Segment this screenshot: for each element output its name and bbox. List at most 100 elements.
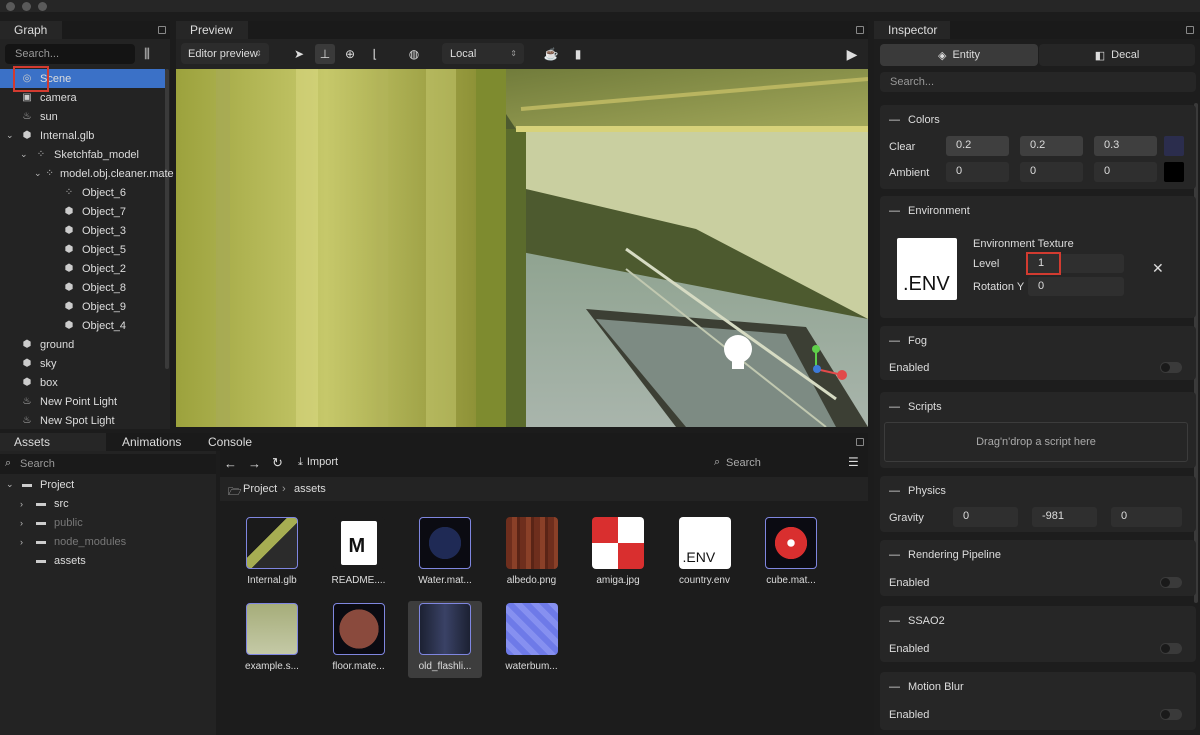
- clear-color-swatch[interactable]: [1164, 136, 1184, 156]
- graph-item[interactable]: ⬢ Object_2: [0, 259, 165, 278]
- physics-header[interactable]: — Physics: [889, 485, 946, 497]
- graph-item[interactable]: ⬢ ground: [0, 335, 165, 354]
- asset-item[interactable]: cube.mat...: [754, 517, 828, 586]
- project-tree-item[interactable]: › ▬ node_modules: [0, 532, 216, 551]
- gravity-x-field[interactable]: 0: [953, 507, 1018, 527]
- script-dropzone[interactable]: Drag'n'drop a script here: [884, 422, 1188, 462]
- chevron-down-icon[interactable]: ⌄: [6, 479, 16, 490]
- chevron-right-icon[interactable]: ›: [20, 499, 30, 509]
- minimize-window-button[interactable]: [22, 2, 31, 11]
- colors-header[interactable]: — Colors: [889, 114, 940, 126]
- stats-chart-icon[interactable]: ▮: [568, 44, 588, 64]
- preview-viewport[interactable]: [176, 69, 868, 427]
- play-icon[interactable]: ▶: [842, 44, 862, 64]
- inspector-search-input[interactable]: Search...: [880, 72, 1196, 92]
- rotate-tool-icon[interactable]: ⊕: [340, 44, 360, 64]
- graph-search-input[interactable]: Search...: [5, 44, 135, 64]
- clear-g-field[interactable]: 0.2: [1020, 136, 1083, 156]
- import-button[interactable]: ⤓ Import: [298, 456, 338, 469]
- gravity-y-field[interactable]: -981: [1032, 507, 1097, 527]
- breadcrumb-assets[interactable]: assets: [294, 483, 326, 495]
- fog-header[interactable]: — Fog: [889, 335, 927, 347]
- ssao2-enabled-toggle[interactable]: [1160, 643, 1182, 654]
- back-arrow-icon[interactable]: ←: [224, 456, 237, 471]
- chevron-right-icon[interactable]: ›: [20, 537, 30, 547]
- environment-header[interactable]: — Environment: [889, 205, 970, 217]
- close-icon[interactable]: ✕: [1152, 260, 1164, 277]
- camera-select[interactable]: Editor preview ⇕: [181, 43, 269, 64]
- chevron-down-icon[interactable]: ⌄: [6, 130, 16, 141]
- close-window-button[interactable]: [6, 2, 15, 11]
- project-tree-item[interactable]: ▬ assets: [0, 551, 216, 570]
- assets-browser-search-input[interactable]: Search: [726, 457, 761, 469]
- asset-item[interactable]: example.s...: [235, 603, 309, 672]
- zoom-window-button[interactable]: [38, 2, 47, 11]
- clear-b-field[interactable]: 0.3: [1094, 136, 1157, 156]
- graph-item[interactable]: ⁘ Object_6: [0, 183, 165, 202]
- console-tab[interactable]: Console: [194, 433, 262, 451]
- asset-item[interactable]: amiga.jpg: [581, 517, 655, 586]
- ssao2-header[interactable]: — SSAO2: [889, 615, 945, 627]
- chevron-down-icon[interactable]: ⌄: [20, 149, 30, 160]
- graph-item[interactable]: ⌄ ⁘ model.obj.cleaner.mate: [0, 164, 174, 183]
- breadcrumb-project[interactable]: Project: [243, 483, 277, 495]
- ambient-r-field[interactable]: 0: [946, 162, 1009, 182]
- graph-item[interactable]: ▣ camera: [0, 88, 165, 107]
- graph-scrollbar[interactable]: [165, 69, 169, 369]
- preview-tab[interactable]: Preview: [176, 21, 248, 39]
- globe-icon[interactable]: ◍: [404, 44, 424, 64]
- graph-item[interactable]: ⌄ ⬢ Internal.glb: [0, 126, 165, 145]
- level-field[interactable]: 1: [1028, 254, 1124, 273]
- environment-texture-thumbnail[interactable]: .ENV: [897, 238, 957, 300]
- asset-item[interactable]: albedo.png: [495, 517, 569, 586]
- maximize-icon[interactable]: [856, 438, 864, 446]
- assets-search-input[interactable]: Search: [20, 458, 55, 470]
- settings-sliders-icon[interactable]: ☰: [848, 455, 859, 469]
- scale-tool-icon[interactable]: ⌊: [365, 44, 385, 64]
- clear-r-field[interactable]: 0.2: [946, 136, 1009, 156]
- graph-item[interactable]: ♨ sun: [0, 107, 165, 126]
- decal-tab[interactable]: ◧ Decal: [1039, 44, 1195, 66]
- graph-item[interactable]: ⬢ Object_5: [0, 240, 165, 259]
- asset-item[interactable]: M README....: [322, 517, 396, 586]
- asset-item[interactable]: .ENV country.env: [668, 517, 742, 586]
- gravity-z-field[interactable]: 0: [1111, 507, 1182, 527]
- rotation-y-field[interactable]: 0: [1028, 277, 1124, 296]
- ambient-g-field[interactable]: 0: [1020, 162, 1083, 182]
- graph-tab[interactable]: Graph: [0, 21, 62, 39]
- motion-blur-enabled-toggle[interactable]: [1160, 709, 1182, 720]
- scripts-header[interactable]: — Scripts: [889, 401, 942, 413]
- ambient-color-swatch[interactable]: [1164, 162, 1184, 182]
- fog-enabled-toggle[interactable]: [1160, 362, 1182, 373]
- graph-item[interactable]: ⌄ ⁘ Sketchfab_model: [0, 145, 165, 164]
- graph-item[interactable]: ♨ New Spot Light: [0, 411, 165, 430]
- move-tool-icon[interactable]: ⊥: [315, 44, 335, 64]
- inspector-tab[interactable]: Inspector: [874, 21, 950, 39]
- asset-item[interactable]: waterbum...: [495, 603, 569, 672]
- maximize-icon[interactable]: [158, 26, 166, 34]
- graph-item[interactable]: ⬢ sky: [0, 354, 165, 373]
- forward-arrow-icon[interactable]: →: [248, 456, 261, 471]
- graph-item[interactable]: ◎ Scene: [0, 69, 165, 88]
- project-tree-item[interactable]: › ▬ public: [0, 513, 216, 532]
- graph-item[interactable]: ⬢ Object_4: [0, 316, 165, 335]
- graph-item[interactable]: ⬢ Object_8: [0, 278, 165, 297]
- project-tree-item[interactable]: ⌄ ▬ Project: [0, 475, 216, 494]
- entity-tab[interactable]: ◈ Entity: [880, 44, 1038, 66]
- asset-item[interactable]: old_flashli...: [408, 601, 482, 678]
- rendering-enabled-toggle[interactable]: [1160, 577, 1182, 588]
- motion-blur-header[interactable]: — Motion Blur: [889, 681, 964, 693]
- rendering-pipeline-header[interactable]: — Rendering Pipeline: [889, 549, 1001, 561]
- graph-item[interactable]: ⬢ Object_7: [0, 202, 165, 221]
- asset-item[interactable]: Internal.glb: [235, 517, 309, 586]
- animations-tab[interactable]: Animations: [108, 433, 192, 451]
- chevron-down-icon[interactable]: ⌄: [34, 168, 42, 179]
- chevron-right-icon[interactable]: ›: [20, 518, 30, 528]
- graph-item[interactable]: ♨ New Point Light: [0, 392, 165, 411]
- teapot-icon[interactable]: ☕: [541, 44, 561, 64]
- filter-sliders-icon[interactable]: ⫼: [144, 46, 150, 62]
- refresh-icon[interactable]: ↻: [272, 455, 283, 471]
- maximize-icon[interactable]: [1186, 26, 1194, 34]
- maximize-icon[interactable]: [856, 26, 864, 34]
- asset-item[interactable]: floor.mate...: [322, 603, 396, 672]
